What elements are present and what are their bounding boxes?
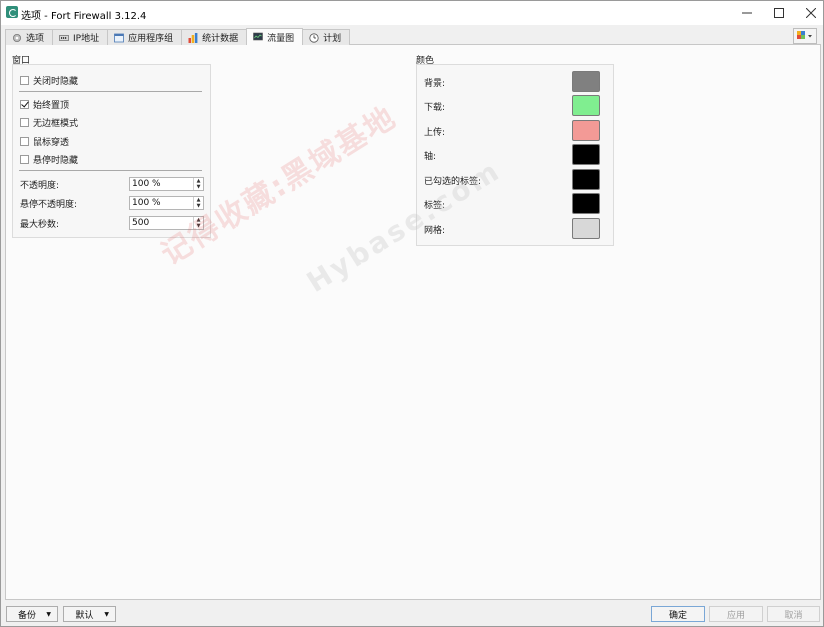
checkbox-box: [20, 154, 29, 164]
axis-color-swatch[interactable]: [572, 144, 600, 165]
hover-opacity-spinbox[interactable]: ▲ ▼: [129, 196, 204, 210]
clock-icon: [309, 32, 319, 43]
spin-down-icon[interactable]: ▼: [194, 184, 203, 190]
hover-opacity-label: 悬停不透明度:: [20, 199, 78, 210]
hide-on-hover-checkbox[interactable]: 悬停时隐藏: [20, 153, 79, 166]
network-card-icon: [59, 34, 69, 41]
color-label: 背景:: [424, 78, 446, 89]
checkbox-label: 鼠标穿透: [33, 137, 70, 148]
tab-bar: 选项 IP地址 应用程序组 统计数据 流量图 计划: [5, 28, 351, 45]
tab-label: 统计数据: [202, 34, 239, 44]
title-bar: 选项 - Fort Firewall 3.12.4: [1, 1, 823, 25]
defaults-label: 默认: [75, 610, 94, 621]
minimize-button[interactable]: [731, 1, 763, 25]
close-icon: [806, 8, 816, 18]
max-seconds-input[interactable]: [130, 217, 190, 229]
upload-color-swatch[interactable]: [572, 120, 600, 141]
color-row-upload: 上传:: [424, 120, 606, 142]
fort-firewall-app-icon: [6, 6, 18, 18]
gear-icon: [13, 33, 21, 42]
always-on-top-checkbox[interactable]: 始终置顶: [20, 98, 70, 111]
divider: [19, 91, 202, 92]
tab-options[interactable]: 选项: [5, 29, 54, 45]
tab-ip-addresses[interactable]: IP地址: [52, 29, 109, 45]
hide-on-close-checkbox[interactable]: 关闭时隐藏: [20, 74, 79, 87]
checkbox-label: 始终置顶: [33, 100, 70, 111]
opacity-spinbox[interactable]: ▲ ▼: [129, 177, 204, 191]
color-row-checked-tick: 已勾选的标签:: [424, 169, 606, 191]
apply-button[interactable]: 应用: [709, 606, 763, 622]
dropdown-arrow-icon: ▼: [46, 610, 51, 618]
app-window-icon: [114, 33, 125, 42]
color-palette-icon: [797, 31, 812, 39]
backup-label: 备份: [17, 610, 36, 621]
colors-group: 背景: 下载: 上传: 轴: 已勾选的标签: 标签: 网格:: [416, 64, 614, 246]
tab-app-groups[interactable]: 应用程序组: [107, 29, 183, 45]
close-button[interactable]: [795, 1, 824, 25]
tab-statistics[interactable]: 统计数据: [181, 29, 248, 45]
max-seconds-row: 最大秒数: ▲ ▼: [20, 216, 204, 230]
theme-menu-button[interactable]: [793, 28, 817, 44]
options-window: 选项 - Fort Firewall 3.12.4 选项 IP地址 应用程序组 …: [0, 0, 824, 627]
defaults-button[interactable]: 默认 ▼: [63, 606, 116, 622]
color-label: 已勾选的标签:: [424, 176, 482, 187]
tab-schedule[interactable]: 计划: [302, 29, 351, 45]
max-seconds-label: 最大秒数:: [20, 219, 60, 230]
divider: [19, 170, 202, 171]
tab-label: 计划: [323, 34, 342, 44]
tab-label: 流量图: [267, 33, 295, 44]
color-label: 标签:: [424, 200, 446, 211]
tab-label: 选项: [26, 34, 45, 44]
checkbox-box: [20, 75, 29, 85]
tab-label: IP地址: [73, 34, 100, 44]
max-seconds-spinbox[interactable]: ▲ ▼: [129, 216, 204, 230]
window-settings-group: 关闭时隐藏 始终置顶 无边框模式 鼠标穿透 悬停时隐藏 不透明度: ▲: [12, 64, 211, 238]
spin-down-icon[interactable]: ▼: [194, 223, 203, 229]
checkbox-box: [20, 136, 29, 146]
color-row-background: 背景:: [424, 71, 606, 93]
checkbox-label: 无边框模式: [33, 118, 79, 129]
click-through-checkbox[interactable]: 鼠标穿透: [20, 135, 70, 148]
maximize-icon: [774, 8, 784, 18]
spin-arrows[interactable]: ▲ ▼: [193, 197, 203, 209]
color-row-axis: 轴:: [424, 144, 606, 166]
tab-traffic-graph[interactable]: 流量图: [246, 28, 304, 45]
color-label: 下载:: [424, 102, 446, 113]
color-row-download: 下载:: [424, 95, 606, 117]
grid-color-swatch[interactable]: [572, 218, 600, 239]
spin-arrows[interactable]: ▲ ▼: [193, 217, 203, 229]
color-row-tick: 标签:: [424, 193, 606, 215]
color-label: 上传:: [424, 127, 446, 138]
background-color-swatch[interactable]: [572, 71, 600, 92]
minimize-icon: [742, 12, 752, 14]
spin-arrows[interactable]: ▲ ▼: [193, 178, 203, 190]
spin-down-icon[interactable]: ▼: [194, 203, 203, 209]
opacity-row: 不透明度: ▲ ▼: [20, 177, 204, 191]
checked-tick-color-swatch[interactable]: [572, 169, 600, 190]
checkbox-box: [20, 117, 29, 127]
download-color-swatch[interactable]: [572, 95, 600, 116]
ok-button[interactable]: 确定: [651, 606, 705, 622]
dropdown-arrow-icon: ▼: [104, 610, 109, 618]
backup-button[interactable]: 备份 ▼: [6, 606, 58, 622]
tab-label: 应用程序组: [128, 34, 174, 44]
color-label: 网格:: [424, 225, 446, 236]
color-label: 轴:: [424, 151, 437, 162]
bar-chart-icon: [188, 32, 198, 43]
cancel-button[interactable]: 取消: [767, 606, 820, 622]
opacity-label: 不透明度:: [20, 180, 60, 191]
tick-color-swatch[interactable]: [572, 193, 600, 214]
window-title: 选项 - Fort Firewall 3.12.4: [21, 11, 147, 22]
checkbox-box: [20, 99, 29, 109]
checkbox-label: 关闭时隐藏: [33, 76, 79, 87]
hover-opacity-input[interactable]: [130, 197, 190, 209]
graph-monitor-icon: [253, 32, 263, 41]
color-row-grid: 网格:: [424, 218, 606, 240]
hover-opacity-row: 悬停不透明度: ▲ ▼: [20, 196, 204, 210]
frameless-mode-checkbox[interactable]: 无边框模式: [20, 116, 79, 129]
checkbox-label: 悬停时隐藏: [33, 155, 79, 166]
opacity-input[interactable]: [130, 178, 190, 190]
maximize-button[interactable]: [763, 1, 795, 25]
